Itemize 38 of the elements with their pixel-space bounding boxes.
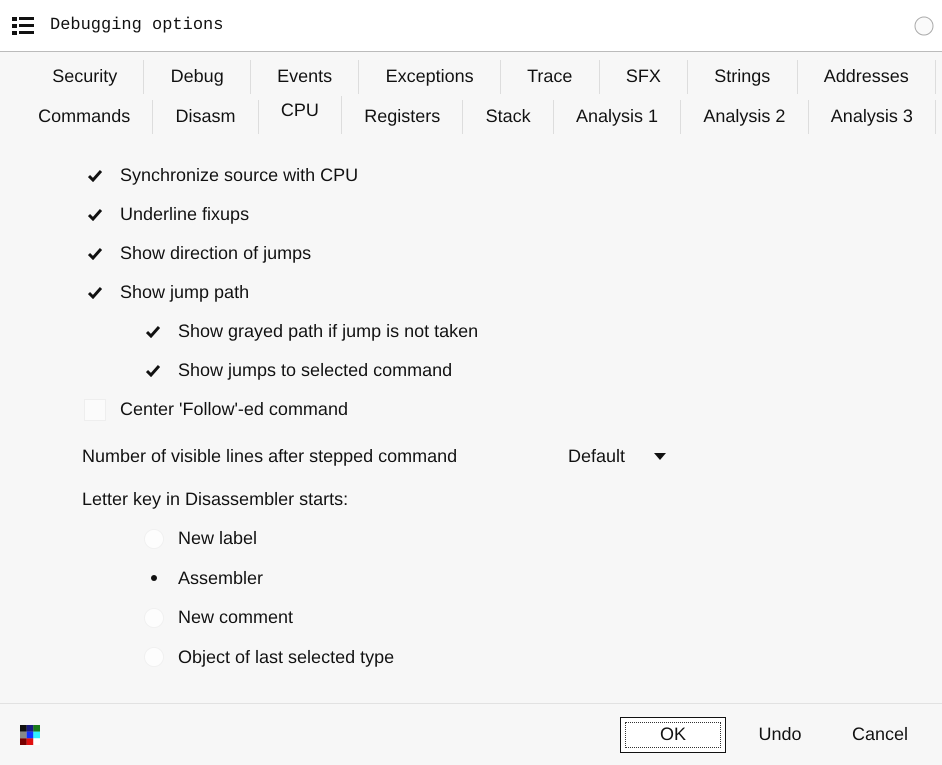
dialog-button[interactable]: OK	[620, 716, 726, 752]
checkmark-icon	[88, 170, 102, 182]
field-label: Number of visible lines after stepped command	[82, 444, 458, 468]
tab[interactable]: Analysis 2	[681, 100, 809, 134]
checkbox-label: Show grayed path if jump is not taken	[178, 320, 478, 343]
tab[interactable]: Strings	[688, 60, 798, 94]
checkmark-icon	[88, 286, 102, 298]
tab[interactable]: Registers	[342, 100, 464, 134]
tab[interactable]: Addresses	[798, 60, 936, 94]
checkbox-label: Show jump path	[120, 281, 250, 304]
checkbox-label: Show direction of jumps	[120, 242, 312, 265]
tab[interactable]: Debug	[144, 60, 251, 94]
radio-label: Assembler	[178, 566, 264, 590]
tab[interactable]: Events	[250, 60, 360, 94]
checkbox-label: Show jumps to selected command	[178, 359, 452, 382]
checkmark-icon	[146, 326, 160, 338]
tab[interactable]: Security	[26, 60, 144, 94]
tab[interactable]: Commands	[16, 100, 154, 134]
checkbox-label: Center 'Follow'-ed command	[120, 398, 348, 421]
radio-label: New comment	[178, 606, 294, 630]
checkmark-icon	[88, 208, 102, 220]
checkmark-icon	[88, 248, 102, 260]
radio-label: New label	[178, 527, 258, 550]
radio-label: Object of last selected type	[178, 646, 394, 669]
tab[interactable]: SFX	[600, 60, 688, 94]
group-label: Letter key in Disassembler starts:	[82, 488, 350, 511]
window-title: Debugging options	[50, 14, 224, 37]
tab[interactable]: Exceptions	[359, 60, 501, 94]
checkbox-label: Underline fixups	[120, 203, 250, 226]
checkmark-icon	[146, 364, 160, 376]
palette-icon[interactable]	[20, 724, 40, 744]
menu-icon[interactable]	[12, 16, 34, 36]
tab[interactable]: Stack	[463, 100, 554, 134]
tab[interactable]: Trace	[500, 60, 600, 94]
tab[interactable]: Analysis 3	[808, 100, 936, 134]
tab[interactable]: Analysis 1	[554, 100, 682, 134]
caret-icon	[654, 452, 666, 460]
checkbox-label: Synchronize source with CPU	[120, 164, 358, 187]
